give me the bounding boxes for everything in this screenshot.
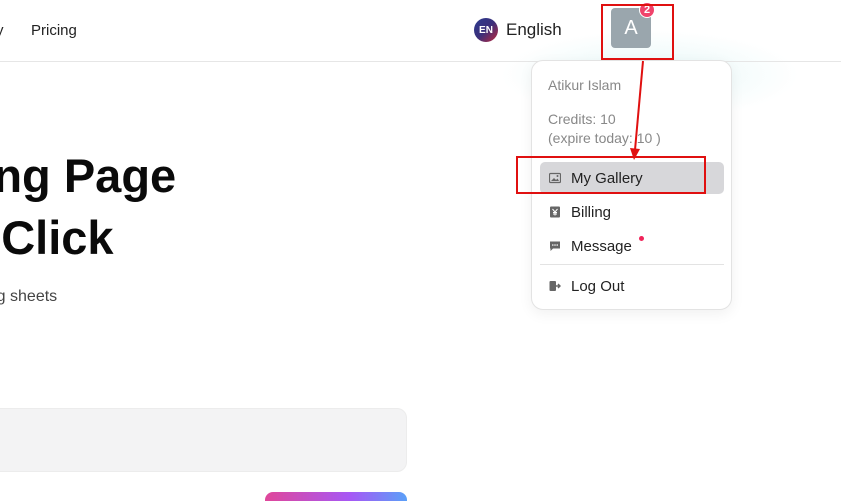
menu-credits-expire: (expire today: 10 ) [548, 130, 661, 146]
menu-divider [540, 264, 724, 265]
hero-subtitle: uring sheets [0, 288, 58, 305]
annotation-highlight-gallery [516, 156, 706, 194]
top-header: y Pricing EN English A 2 [0, 0, 841, 62]
menu-item-label: Log Out [571, 277, 625, 295]
message-icon [549, 240, 561, 252]
hero-title-line2: e Click [0, 211, 114, 264]
language-selector[interactable]: EN English [474, 18, 562, 42]
generate-button[interactable] [265, 492, 407, 501]
menu-item-label: Billing [571, 203, 612, 221]
menu-item-label: Message [571, 237, 632, 255]
hero-title-line1: ring Page [0, 149, 177, 202]
prompt-input[interactable] [0, 408, 407, 472]
annotation-highlight-avatar [601, 4, 674, 60]
menu-user-name: Atikur Islam [548, 77, 622, 93]
menu-item-log-out[interactable]: Log Out [540, 270, 724, 302]
menu-item-message[interactable]: Message [540, 230, 724, 262]
language-label: English [506, 20, 562, 39]
menu-credits: Credits: 10 [548, 111, 616, 127]
menu-item-billing[interactable]: Billing [540, 196, 724, 228]
nav-item-pricing[interactable]: Pricing [31, 22, 77, 39]
nav-item-truncated[interactable]: y [0, 22, 4, 39]
billing-icon [549, 206, 561, 218]
unread-dot [639, 236, 644, 241]
logout-icon [549, 280, 561, 292]
language-flag-icon: EN [474, 18, 498, 42]
